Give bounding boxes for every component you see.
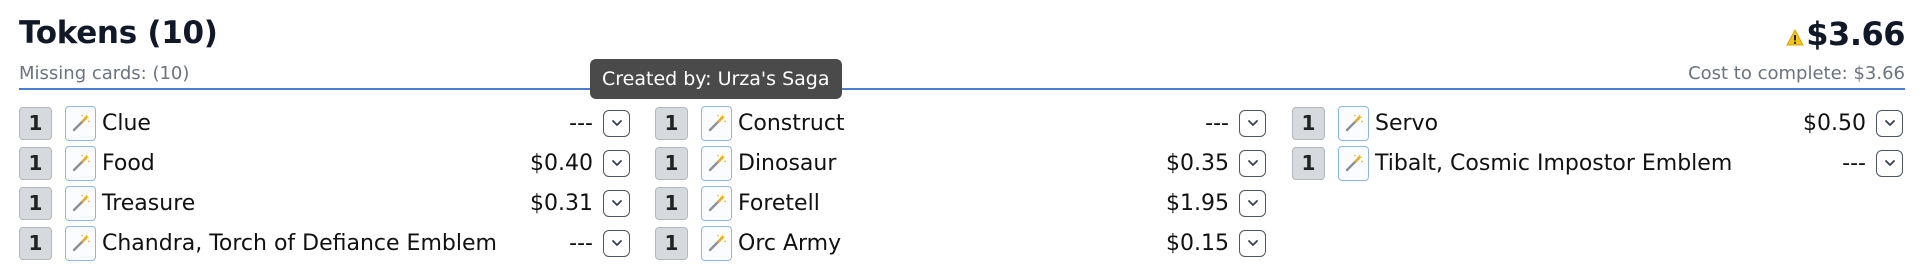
card-column-3: 1 Servo $0.50 1 Tibalt, Cosmic Impostor … [1292,103,1903,183]
quantity-badge[interactable]: 1 [19,226,52,260]
card-name[interactable]: Servo [1375,111,1803,136]
chevron-down-icon[interactable] [1239,189,1266,217]
section-title: Tokens (10) [19,15,218,51]
card-price: --- [569,110,593,136]
card-price: --- [1842,150,1866,176]
magic-wand-icon[interactable] [65,225,96,261]
magic-wand-icon[interactable] [65,145,96,181]
quantity-badge[interactable]: 1 [655,186,688,220]
chevron-down-icon[interactable] [1876,109,1903,137]
quantity-badge[interactable]: 1 [19,146,52,180]
card-name[interactable]: Treasure [102,191,530,216]
magic-wand-icon[interactable] [701,185,732,221]
card-row: 1 Food $0.40 [19,143,630,183]
card-row: 1 Dinosaur $0.35 [655,143,1266,183]
quantity-badge[interactable]: 1 [655,226,688,260]
total-price: $3.66 [1806,15,1905,53]
magic-wand-icon[interactable] [65,105,96,141]
card-column-2: 1 Construct --- 1 Dinosaur $0.35 1 Foret… [655,103,1266,263]
card-row: 1 Tibalt, Cosmic Impostor Emblem --- [1292,143,1903,183]
magic-wand-icon[interactable] [1338,145,1369,181]
quantity-badge[interactable]: 1 [19,186,52,220]
magic-wand-icon[interactable] [701,145,732,181]
card-row: 1 Construct --- [655,103,1266,143]
created-by-tooltip: Created by: Urza's Saga [590,59,842,99]
quantity-badge[interactable]: 1 [655,146,688,180]
magic-wand-icon[interactable] [701,105,732,141]
chevron-down-icon[interactable] [1876,149,1903,177]
card-name[interactable]: Tibalt, Cosmic Impostor Emblem [1375,151,1842,176]
chevron-down-icon[interactable] [603,229,630,257]
card-name[interactable]: Construct [738,111,1205,136]
magic-wand-icon[interactable] [1338,105,1369,141]
card-name[interactable]: Clue [102,111,569,136]
quantity-badge[interactable]: 1 [1292,106,1325,140]
section-total: $3.66 [1786,12,1905,56]
card-price: $0.40 [530,150,593,176]
card-price: $0.50 [1803,110,1866,136]
card-name[interactable]: Dinosaur [738,151,1166,176]
chevron-down-icon[interactable] [603,149,630,177]
card-row: 1 Orc Army $0.15 [655,223,1266,263]
chevron-down-icon[interactable] [1239,109,1266,137]
chevron-down-icon[interactable] [603,109,630,137]
quantity-badge[interactable]: 1 [1292,146,1325,180]
cost-to-complete: Cost to complete: $3.66 [1688,63,1905,84]
card-row: 1 Treasure $0.31 [19,183,630,223]
card-row: 1 Clue --- [19,103,630,143]
warning-icon [1786,14,1805,56]
card-price: $1.95 [1166,190,1229,216]
card-row: 1 Servo $0.50 [1292,103,1903,143]
card-name[interactable]: Orc Army [738,231,1166,256]
chevron-down-icon[interactable] [603,189,630,217]
card-price: $0.35 [1166,150,1229,176]
quantity-badge[interactable]: 1 [655,106,688,140]
quantity-badge[interactable]: 1 [19,106,52,140]
card-price: --- [569,230,593,256]
card-row: 1 Foretell $1.95 [655,183,1266,223]
chevron-down-icon[interactable] [1239,149,1266,177]
card-row: 1 Chandra, Torch of Defiance Emblem --- [19,223,630,263]
magic-wand-icon[interactable] [65,185,96,221]
section-header: Tokens (10) Missing cards: (10) $3.66 Co… [19,12,1905,88]
header-divider [19,88,1905,90]
missing-cards-count: Missing cards: (10) [19,63,190,84]
chevron-down-icon[interactable] [1239,229,1266,257]
card-name[interactable]: Foretell [738,191,1166,216]
magic-wand-icon[interactable] [701,225,732,261]
card-column-1: 1 Clue --- 1 Food $0.40 1 Treasure $0.31… [19,103,630,263]
card-price: $0.15 [1166,230,1229,256]
card-name[interactable]: Chandra, Torch of Defiance Emblem [102,231,569,256]
card-price: $0.31 [530,190,593,216]
card-price: --- [1205,110,1229,136]
card-name[interactable]: Food [102,151,530,176]
